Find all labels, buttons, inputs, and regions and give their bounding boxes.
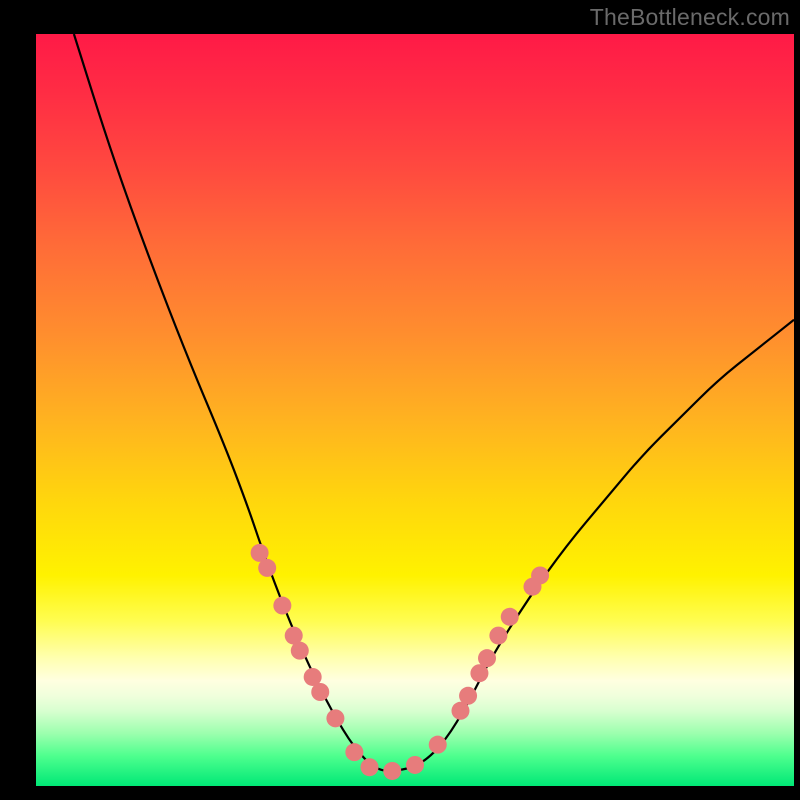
data-dot <box>258 559 276 577</box>
data-dots <box>251 544 549 780</box>
data-dot <box>531 566 549 584</box>
data-dot <box>501 608 519 626</box>
data-dot <box>361 758 379 776</box>
data-dot <box>406 756 424 774</box>
data-dot <box>273 597 291 615</box>
data-dot <box>429 736 447 754</box>
plot-area <box>36 34 794 786</box>
data-dot <box>326 709 344 727</box>
bottleneck-curve <box>74 34 794 771</box>
watermark-text: TheBottleneck.com <box>590 4 790 31</box>
curve-layer <box>36 34 794 786</box>
data-dot <box>383 762 401 780</box>
data-dot <box>345 743 363 761</box>
data-dot <box>291 642 309 660</box>
data-dot <box>459 687 477 705</box>
chart-frame: TheBottleneck.com <box>0 0 800 800</box>
data-dot <box>489 627 507 645</box>
data-dot <box>311 683 329 701</box>
data-dot <box>478 649 496 667</box>
